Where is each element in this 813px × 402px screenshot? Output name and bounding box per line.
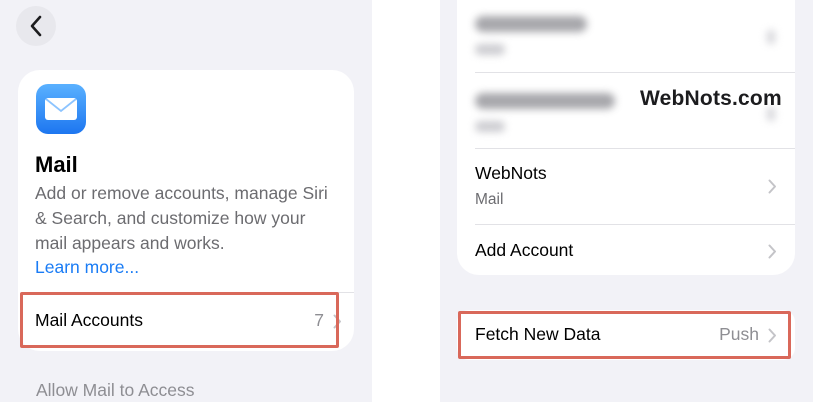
account-subtitle: Mail — [475, 191, 504, 208]
highlight-fetch-new-data — [458, 311, 791, 359]
chevron-left-icon — [30, 15, 42, 37]
account-row-webnots[interactable]: WebNots Mail — [457, 149, 795, 225]
learn-more-link[interactable]: Learn more... — [35, 257, 139, 278]
mail-app-icon — [36, 84, 86, 134]
chevron-right-icon — [768, 244, 776, 259]
account-title: WebNots — [475, 163, 547, 183]
add-account-label: Add Account — [475, 240, 574, 260]
add-account-row[interactable]: Add Account — [457, 225, 795, 275]
highlight-mail-accounts — [20, 292, 339, 348]
accounts-list: WebNots Mail Add Account — [457, 0, 795, 275]
blurred-account-row[interactable] — [457, 0, 795, 55]
blurred-account-row[interactable] — [457, 73, 795, 149]
allow-access-section-header: Allow Mail to Access — [36, 380, 195, 400]
mail-title: Mail — [35, 152, 78, 177]
back-button[interactable] — [16, 6, 56, 46]
mail-description: Add or remove accounts, manage Siri & Se… — [35, 183, 328, 253]
chevron-right-icon — [768, 179, 776, 194]
watermark: WebNots.com — [640, 87, 782, 110]
